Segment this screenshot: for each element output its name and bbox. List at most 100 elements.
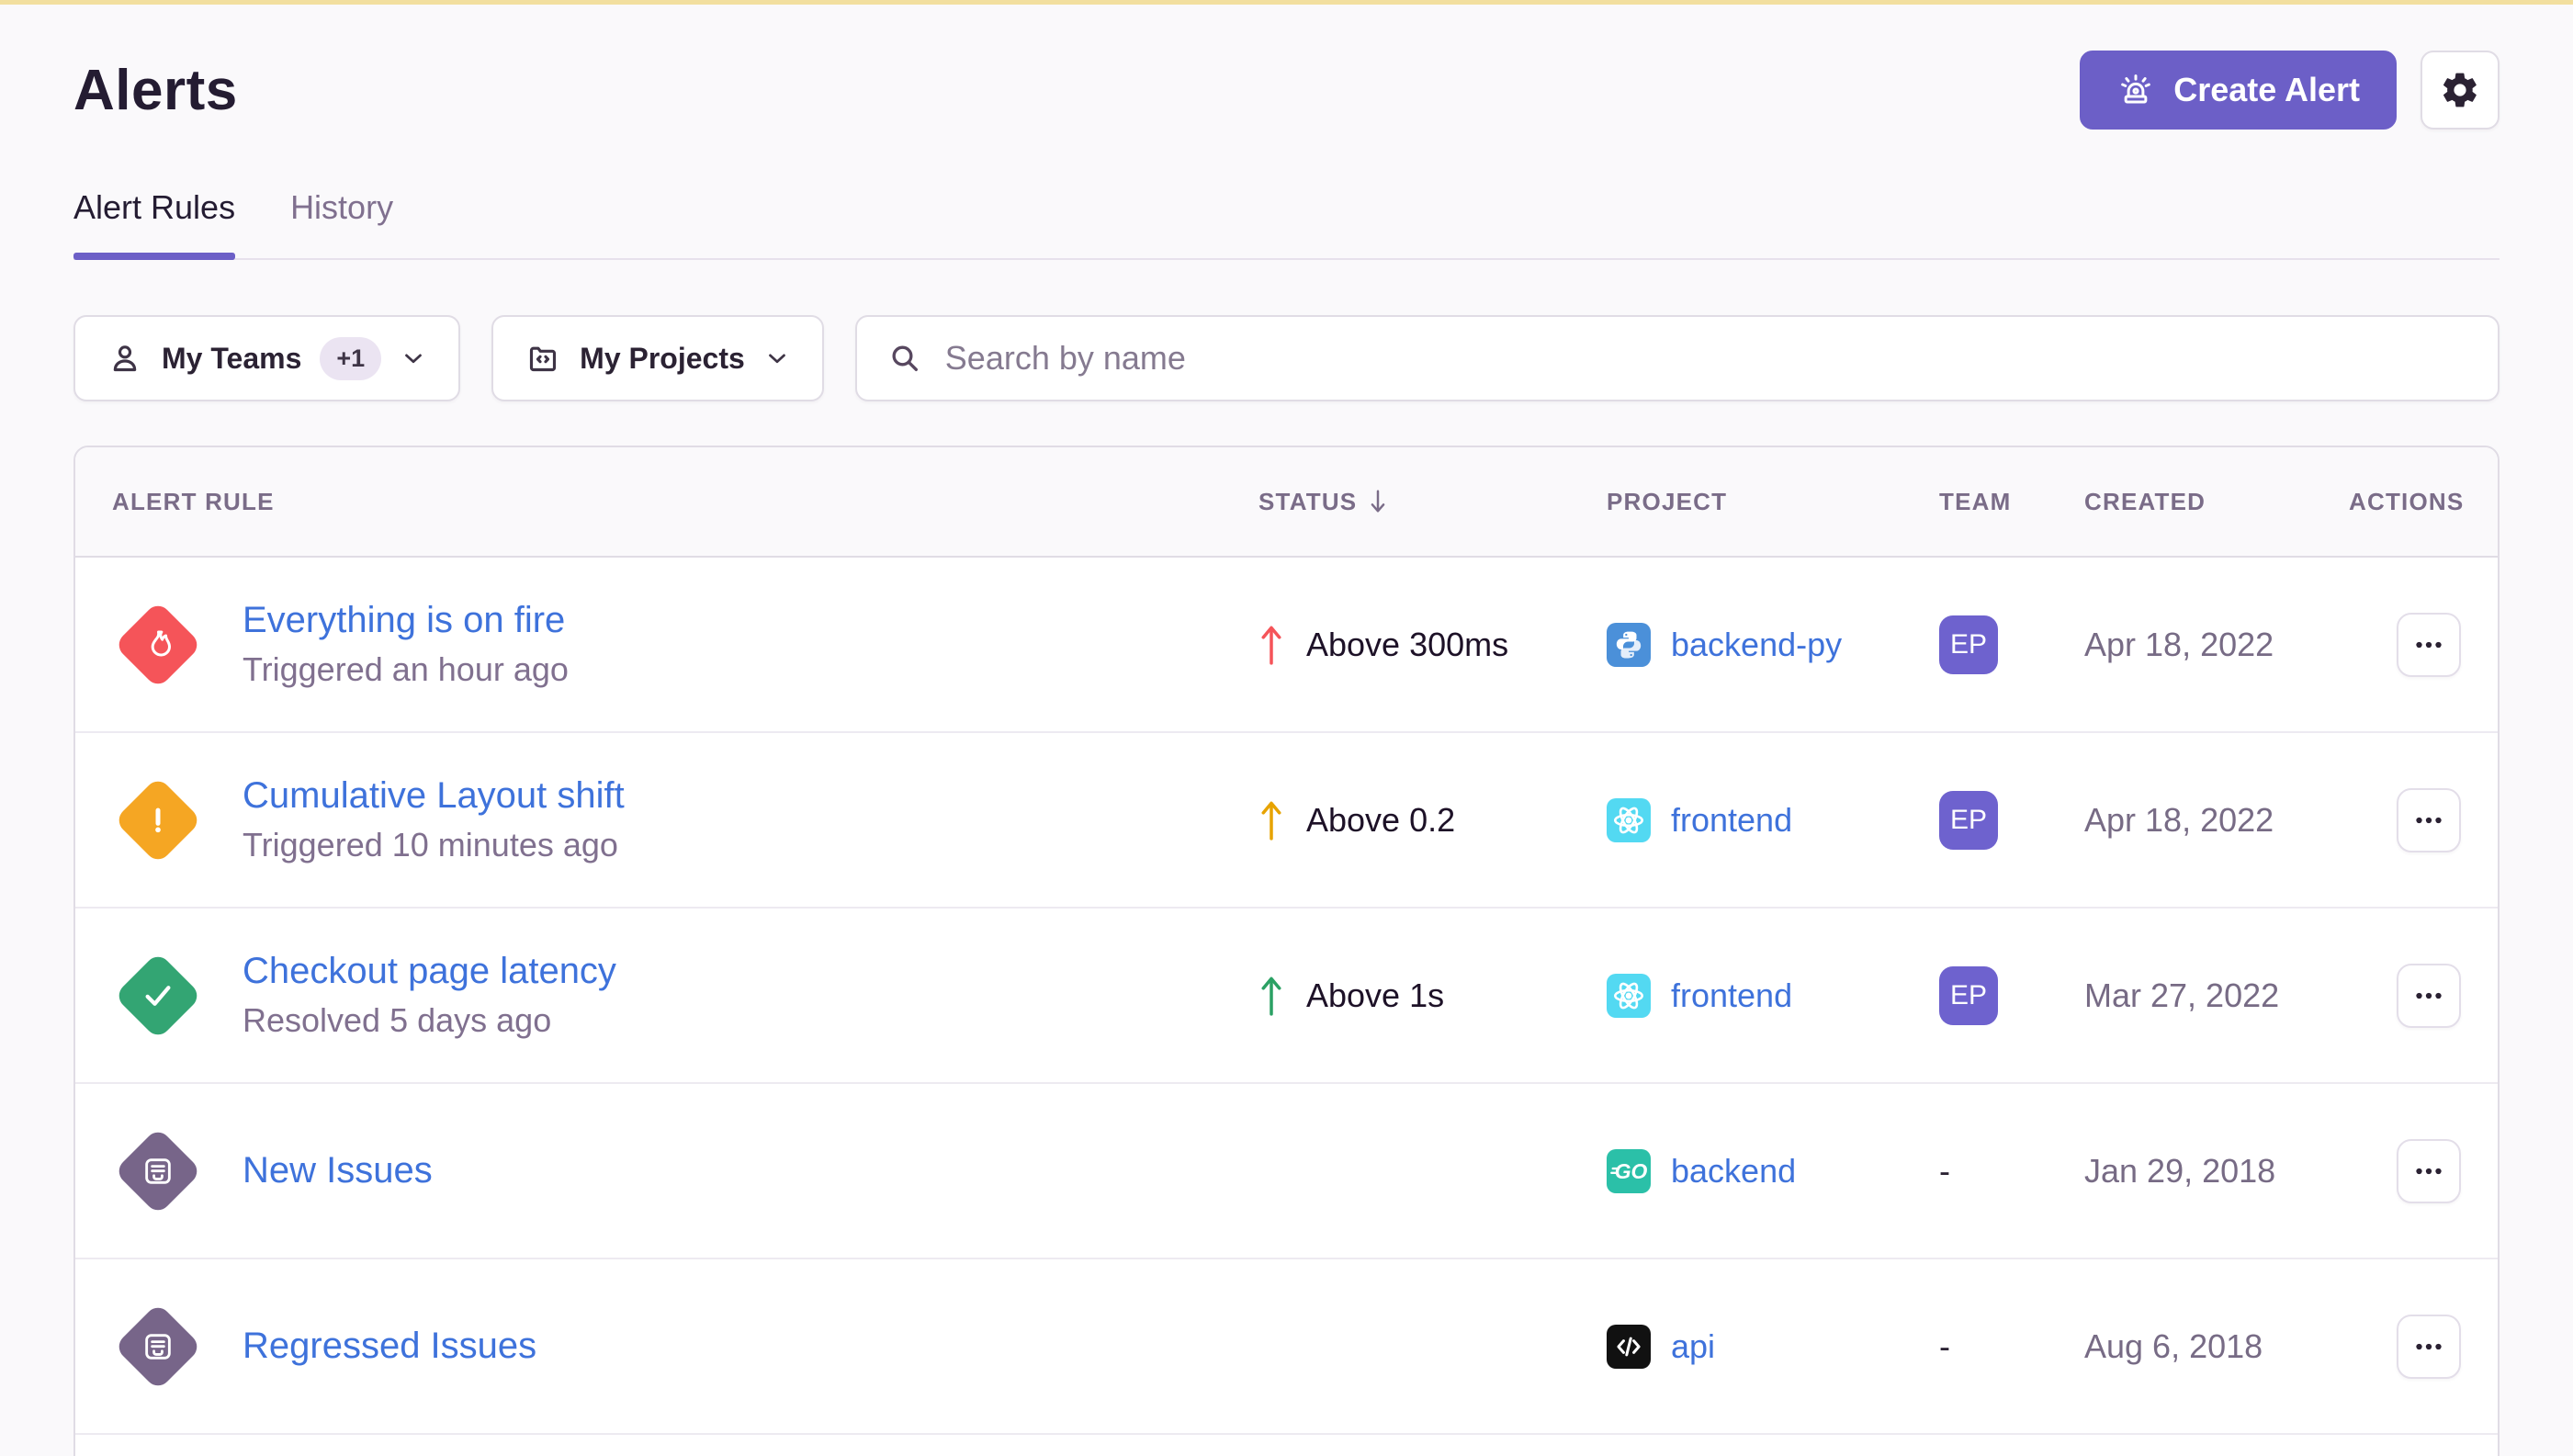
alert-rule-link[interactable]: Cumulative Layout shift	[243, 775, 625, 817]
sort-arrow-down-icon	[1366, 487, 1390, 516]
ellipsis-icon	[2412, 1155, 2445, 1188]
team-cell: EP	[1939, 791, 2084, 850]
search-box	[855, 315, 2500, 401]
header-actions: Create Alert	[2080, 51, 2500, 130]
tab-alert-rules[interactable]: Alert Rules	[73, 188, 235, 258]
alert-rule-link[interactable]: New Issues	[243, 1150, 433, 1191]
teams-filter-dropdown[interactable]: My Teams +1	[73, 315, 460, 401]
alert-rule-subtitle: Resolved 5 days ago	[243, 1001, 616, 1040]
status-text: Above 0.2	[1306, 801, 1455, 840]
table-filler	[75, 1435, 2498, 1456]
alert-rule-subtitle: Triggered 10 minutes ago	[243, 826, 625, 864]
project-cell: frontend	[1607, 974, 1939, 1018]
status-text: Above 300ms	[1306, 626, 1508, 664]
project-link[interactable]: backend	[1671, 1152, 1796, 1191]
siren-icon	[2116, 71, 2155, 109]
row-actions-button[interactable]	[2397, 613, 2461, 677]
project-link[interactable]: frontend	[1671, 976, 1792, 1015]
status-cell: Above 300ms	[1258, 621, 1607, 669]
projects-filter-dropdown[interactable]: My Projects	[491, 315, 824, 401]
team-cell: -	[1939, 1327, 2084, 1366]
table-row: Everything is on fire Triggered an hour …	[75, 558, 2498, 733]
team-cell: -	[1939, 1152, 2084, 1191]
row-actions-button[interactable]	[2397, 964, 2461, 1028]
team-empty: -	[1939, 1152, 1950, 1190]
alert-rule-text: Everything is on fire Triggered an hour …	[243, 600, 569, 689]
column-header-created: Created	[2084, 488, 2349, 516]
status-text: Above 1s	[1306, 976, 1444, 1015]
table-row: Regressed Issues api - Aug 6, 2018	[75, 1259, 2498, 1435]
ellipsis-icon	[2412, 1330, 2445, 1363]
project-folder-icon	[525, 340, 561, 377]
created-date: Jan 29, 2018	[2084, 1152, 2349, 1191]
ellipsis-icon	[2412, 628, 2445, 661]
teams-extra-count-badge: +1	[320, 337, 381, 380]
go-icon: GO	[1607, 1149, 1651, 1193]
created-date: Mar 27, 2022	[2084, 976, 2349, 1015]
actions-cell	[2397, 788, 2461, 852]
react-icon	[1607, 798, 1651, 842]
column-header-project: Project	[1607, 488, 1939, 516]
column-header-actions: Actions	[2349, 488, 2464, 516]
alert-rule-text: Cumulative Layout shift Triggered 10 min…	[243, 775, 625, 864]
exclamation-diamond-icon	[112, 774, 204, 866]
check-diamond-icon	[112, 950, 204, 1042]
arrow-up-icon	[1258, 972, 1284, 1020]
python-icon	[1607, 623, 1651, 667]
chevron-down-icon	[400, 344, 427, 372]
create-alert-label: Create Alert	[2173, 71, 2360, 109]
project-link[interactable]: frontend	[1671, 801, 1792, 840]
team-badge[interactable]: EP	[1939, 791, 1998, 850]
row-actions-button[interactable]	[2397, 788, 2461, 852]
alert-rule-text: New Issues	[243, 1150, 433, 1191]
ellipsis-icon	[2412, 804, 2445, 837]
team-badge[interactable]: EP	[1939, 966, 1998, 1025]
search-input[interactable]	[945, 339, 2468, 378]
project-cell: frontend	[1607, 798, 1939, 842]
project-cell: api	[1607, 1325, 1939, 1369]
actions-cell	[2397, 964, 2461, 1028]
alert-rule-cell: Cumulative Layout shift Triggered 10 min…	[112, 774, 1258, 866]
tabs: Alert Rules History	[73, 188, 2500, 260]
alert-settings-button[interactable]	[2421, 51, 2500, 130]
tab-history[interactable]: History	[290, 188, 393, 258]
alerts-page: Alerts Create Alert	[0, 51, 2573, 1456]
row-actions-button[interactable]	[2397, 1315, 2461, 1379]
alert-rule-link[interactable]: Everything is on fire	[243, 600, 569, 641]
created-date: Aug 6, 2018	[2084, 1327, 2349, 1366]
team-badge[interactable]: EP	[1939, 615, 1998, 674]
table-row: New Issues GO backend - Jan 29, 2018	[75, 1084, 2498, 1259]
gear-icon	[2440, 70, 2480, 110]
row-actions-button[interactable]	[2397, 1139, 2461, 1203]
issues-diamond-icon	[112, 1125, 204, 1217]
alert-rule-cell: Regressed Issues	[112, 1301, 1258, 1393]
project-link[interactable]: backend-py	[1671, 626, 1842, 664]
created-date: Apr 18, 2022	[2084, 801, 2349, 840]
create-alert-button[interactable]: Create Alert	[2080, 51, 2397, 130]
issues-diamond-icon	[112, 1301, 204, 1393]
code-icon	[1607, 1325, 1651, 1369]
page-header: Alerts Create Alert	[73, 51, 2500, 130]
alert-rule-text: Regressed Issues	[243, 1326, 536, 1367]
column-header-status[interactable]: Status	[1258, 487, 1607, 516]
created-date: Apr 18, 2022	[2084, 626, 2349, 664]
filters-bar: My Teams +1 My Projects	[73, 315, 2500, 401]
project-cell: backend-py	[1607, 623, 1939, 667]
alert-rules-table: Alert Rule Status Project Team Created A…	[73, 446, 2500, 1456]
alert-rule-subtitle: Triggered an hour ago	[243, 650, 569, 689]
search-icon	[886, 340, 923, 377]
table-row: Cumulative Layout shift Triggered 10 min…	[75, 733, 2498, 909]
alert-rule-cell: Everything is on fire Triggered an hour …	[112, 599, 1258, 691]
ellipsis-icon	[2412, 979, 2445, 1012]
team-cell: EP	[1939, 615, 2084, 674]
alert-rule-link[interactable]: Checkout page latency	[243, 951, 616, 992]
team-empty: -	[1939, 1327, 1950, 1365]
table-body: Everything is on fire Triggered an hour …	[75, 558, 2498, 1435]
column-header-alert-rule: Alert Rule	[112, 488, 1258, 516]
alert-rule-link[interactable]: Regressed Issues	[243, 1326, 536, 1367]
arrow-up-icon	[1258, 621, 1284, 669]
project-link[interactable]: api	[1671, 1327, 1715, 1366]
actions-cell	[2397, 613, 2461, 677]
alert-rule-cell: New Issues	[112, 1125, 1258, 1217]
arrow-up-icon	[1258, 796, 1284, 844]
